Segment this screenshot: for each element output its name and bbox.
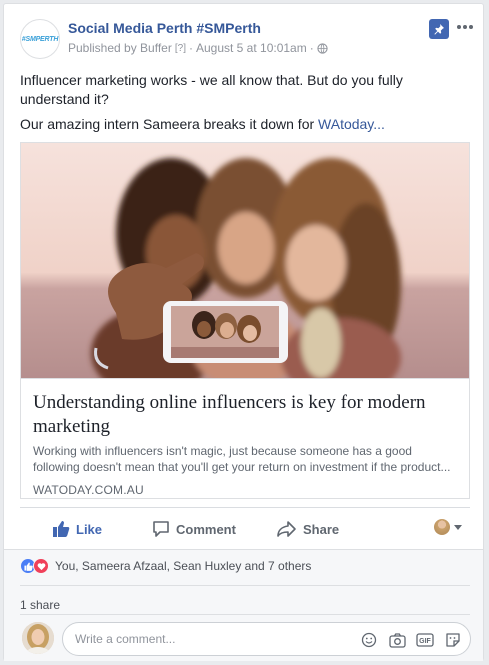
pin-icon[interactable] xyxy=(429,19,449,39)
link-preview-info[interactable]: Understanding online influencers is key … xyxy=(21,378,469,498)
comment-label: Comment xyxy=(176,521,236,537)
divider xyxy=(20,585,470,586)
help-marker[interactable]: [?] xyxy=(175,43,186,54)
link-domain: WATODAY.COM.AU xyxy=(33,483,144,497)
comment-button[interactable]: Comment xyxy=(152,520,236,538)
post-card: #SMPERTH Social Media Perth #SMPerth Pub… xyxy=(3,3,484,661)
love-reaction-icon xyxy=(33,558,49,574)
divider xyxy=(20,614,470,615)
page-avatar[interactable]: #SMPERTH xyxy=(20,19,60,59)
camera-icon[interactable] xyxy=(388,631,406,649)
meta-separator: · xyxy=(309,41,314,55)
reactions-summary[interactable]: You, Sameera Afzaal, Sean Huxley and 7 o… xyxy=(20,558,311,574)
comment-icon xyxy=(153,521,169,537)
post-text: Influencer marketing works - we all know… xyxy=(20,71,470,140)
post-timestamp[interactable]: August 5 at 10:01am xyxy=(196,41,307,55)
like-button[interactable]: Like xyxy=(52,520,102,538)
emoji-icon[interactable] xyxy=(360,631,378,649)
comment-input[interactable] xyxy=(75,632,355,646)
post-text-line2: Our amazing intern Sameera breaks it dow… xyxy=(20,116,385,132)
like-icon xyxy=(53,521,70,537)
share-button[interactable]: Share xyxy=(277,520,339,538)
post-text-line1: Influencer marketing works - we all know… xyxy=(20,72,403,107)
globe-icon[interactable] xyxy=(317,42,328,54)
page-logo: #SMPERTH xyxy=(21,35,59,43)
avatar xyxy=(434,519,450,535)
page-name-link[interactable]: Social Media Perth #SMPerth xyxy=(68,20,261,36)
divider xyxy=(20,507,470,508)
reaction-icons xyxy=(20,558,49,574)
sticker-icon[interactable] xyxy=(444,631,462,649)
meta-separator: · xyxy=(188,41,193,55)
published-by: Published by Buffer xyxy=(68,41,172,55)
share-icon xyxy=(277,521,296,537)
share-label: Share xyxy=(303,521,340,537)
link-preview-card[interactable]: Understanding online influencers is key … xyxy=(20,142,470,499)
shares-count[interactable]: 1 share xyxy=(20,598,60,612)
link-title[interactable]: Understanding online influencers is key … xyxy=(33,391,457,439)
chevron-down-icon xyxy=(454,524,462,530)
reaction-as-selector[interactable] xyxy=(434,519,462,535)
watoday-link[interactable]: WAtoday... xyxy=(318,116,385,132)
link-preview-image[interactable] xyxy=(21,143,469,378)
post-meta: Published by Buffer [?] · August 5 at 10… xyxy=(68,41,328,55)
reactions-text[interactable]: You, Sameera Afzaal, Sean Huxley and 7 o… xyxy=(55,559,311,573)
gif-icon[interactable]: GIF xyxy=(416,631,434,649)
more-options-icon[interactable] xyxy=(455,17,475,37)
avatar[interactable] xyxy=(22,622,54,654)
like-label: Like xyxy=(76,521,103,537)
svg-text:GIF: GIF xyxy=(419,638,431,645)
action-bar: Like Comment Share xyxy=(20,511,470,545)
comment-composer[interactable]: GIF xyxy=(62,622,471,656)
link-description: Working with influencers isn't magic, ju… xyxy=(33,444,451,474)
